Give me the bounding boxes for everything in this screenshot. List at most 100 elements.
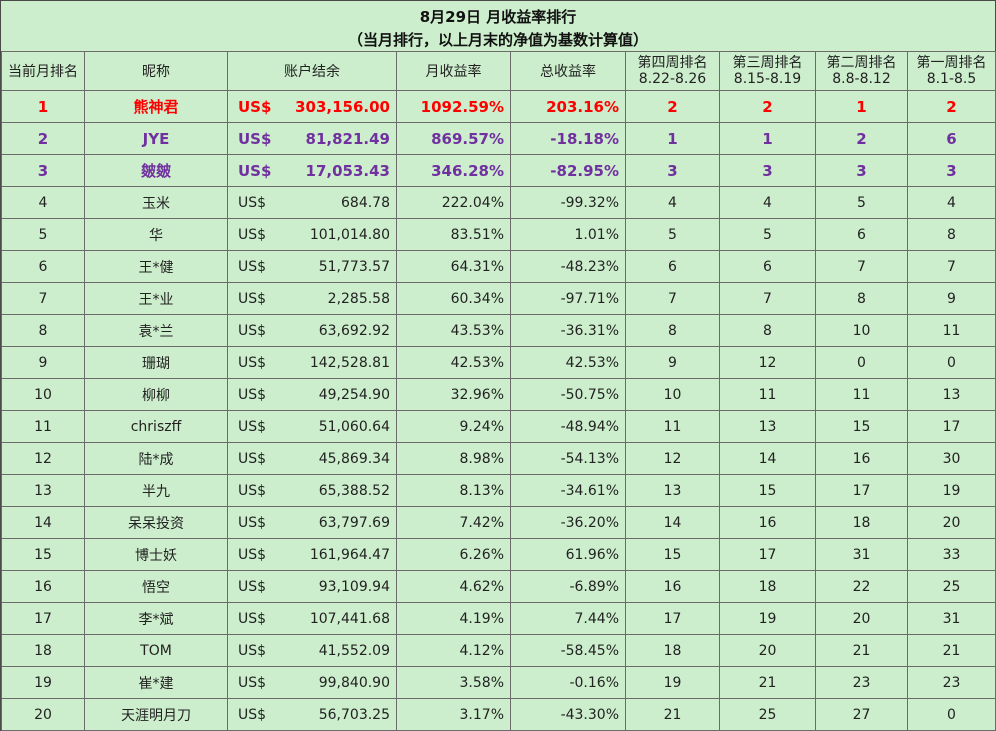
cell-balance[interactable]: US$ 51,773.57: [227, 250, 397, 283]
cell-total-return[interactable]: 61.96%: [510, 538, 626, 571]
cell-week1-rank[interactable]: 7: [907, 250, 996, 283]
cell-week3-rank[interactable]: 5: [719, 218, 816, 251]
cell-week1-rank[interactable]: 17: [907, 410, 996, 443]
cell-balance[interactable]: US$ 684.78: [227, 186, 397, 219]
cell-rank[interactable]: 4: [1, 186, 85, 219]
cell-rank[interactable]: 5: [1, 218, 85, 251]
cell-balance[interactable]: US$ 161,964.47: [227, 538, 397, 571]
cell-nickname[interactable]: JYE: [84, 122, 228, 155]
cell-nickname[interactable]: 王*业: [84, 282, 228, 315]
cell-monthly-return[interactable]: 7.42%: [396, 506, 511, 539]
header-week1[interactable]: 第一周排名 8.1-8.5: [907, 51, 996, 91]
cell-week3-rank[interactable]: 20: [719, 634, 816, 667]
cell-total-return[interactable]: -36.20%: [510, 506, 626, 539]
cell-nickname[interactable]: 崔*建: [84, 666, 228, 699]
cell-week3-rank[interactable]: 19: [719, 602, 816, 635]
cell-week2-rank[interactable]: 18: [815, 506, 908, 539]
cell-balance[interactable]: US$ 17,053.43: [227, 154, 397, 187]
cell-week4-rank[interactable]: 5: [625, 218, 720, 251]
cell-total-return[interactable]: -99.32%: [510, 186, 626, 219]
cell-total-return[interactable]: -97.71%: [510, 282, 626, 315]
cell-nickname[interactable]: 天涯明月刀: [84, 698, 228, 731]
cell-total-return[interactable]: -6.89%: [510, 570, 626, 603]
cell-monthly-return[interactable]: 6.26%: [396, 538, 511, 571]
cell-week4-rank[interactable]: 17: [625, 602, 720, 635]
header-total-return[interactable]: 总收益率: [510, 51, 626, 91]
cell-nickname[interactable]: 陆*成: [84, 442, 228, 475]
cell-week2-rank[interactable]: 23: [815, 666, 908, 699]
cell-nickname[interactable]: 玉米: [84, 186, 228, 219]
cell-monthly-return[interactable]: 60.34%: [396, 282, 511, 315]
cell-monthly-return[interactable]: 32.96%: [396, 378, 511, 411]
cell-week1-rank[interactable]: 13: [907, 378, 996, 411]
cell-monthly-return[interactable]: 1092.59%: [396, 90, 511, 123]
cell-week2-rank[interactable]: 16: [815, 442, 908, 475]
cell-week1-rank[interactable]: 21: [907, 634, 996, 667]
cell-week3-rank[interactable]: 25: [719, 698, 816, 731]
cell-week2-rank[interactable]: 11: [815, 378, 908, 411]
cell-rank[interactable]: 3: [1, 154, 85, 187]
cell-total-return[interactable]: -34.61%: [510, 474, 626, 507]
cell-balance[interactable]: US$ 2,285.58: [227, 282, 397, 315]
cell-nickname[interactable]: 半九: [84, 474, 228, 507]
cell-week1-rank[interactable]: 0: [907, 346, 996, 379]
cell-week3-rank[interactable]: 21: [719, 666, 816, 699]
cell-week1-rank[interactable]: 6: [907, 122, 996, 155]
cell-week3-rank[interactable]: 13: [719, 410, 816, 443]
cell-week1-rank[interactable]: 4: [907, 186, 996, 219]
cell-week2-rank[interactable]: 20: [815, 602, 908, 635]
cell-balance[interactable]: US$ 101,014.80: [227, 218, 397, 251]
header-week4[interactable]: 第四周排名 8.22-8.26: [625, 51, 720, 91]
cell-rank[interactable]: 8: [1, 314, 85, 347]
cell-total-return[interactable]: -54.13%: [510, 442, 626, 475]
cell-nickname[interactable]: 皴皴: [84, 154, 228, 187]
cell-week4-rank[interactable]: 2: [625, 90, 720, 123]
cell-balance[interactable]: US$ 65,388.52: [227, 474, 397, 507]
cell-week4-rank[interactable]: 6: [625, 250, 720, 283]
cell-rank[interactable]: 16: [1, 570, 85, 603]
cell-nickname[interactable]: 李*斌: [84, 602, 228, 635]
cell-rank[interactable]: 13: [1, 474, 85, 507]
cell-week3-rank[interactable]: 6: [719, 250, 816, 283]
cell-week1-rank[interactable]: 0: [907, 698, 996, 731]
cell-week1-rank[interactable]: 11: [907, 314, 996, 347]
cell-week1-rank[interactable]: 2: [907, 90, 996, 123]
cell-total-return[interactable]: -48.23%: [510, 250, 626, 283]
cell-rank[interactable]: 7: [1, 282, 85, 315]
cell-nickname[interactable]: 熊神君: [84, 90, 228, 123]
cell-total-return[interactable]: -82.95%: [510, 154, 626, 187]
cell-balance[interactable]: US$ 41,552.09: [227, 634, 397, 667]
cell-total-return[interactable]: 42.53%: [510, 346, 626, 379]
cell-rank[interactable]: 10: [1, 378, 85, 411]
cell-week3-rank[interactable]: 8: [719, 314, 816, 347]
cell-monthly-return[interactable]: 42.53%: [396, 346, 511, 379]
cell-rank[interactable]: 1: [1, 90, 85, 123]
cell-rank[interactable]: 17: [1, 602, 85, 635]
cell-week2-rank[interactable]: 15: [815, 410, 908, 443]
cell-week3-rank[interactable]: 17: [719, 538, 816, 571]
cell-week3-rank[interactable]: 7: [719, 282, 816, 315]
cell-week4-rank[interactable]: 15: [625, 538, 720, 571]
cell-week4-rank[interactable]: 9: [625, 346, 720, 379]
cell-rank[interactable]: 20: [1, 698, 85, 731]
cell-nickname[interactable]: 珊瑚: [84, 346, 228, 379]
cell-monthly-return[interactable]: 8.98%: [396, 442, 511, 475]
cell-week4-rank[interactable]: 14: [625, 506, 720, 539]
cell-rank[interactable]: 15: [1, 538, 85, 571]
cell-total-return[interactable]: -48.94%: [510, 410, 626, 443]
cell-balance[interactable]: US$ 142,528.81: [227, 346, 397, 379]
cell-monthly-return[interactable]: 222.04%: [396, 186, 511, 219]
cell-week4-rank[interactable]: 12: [625, 442, 720, 475]
cell-total-return[interactable]: -43.30%: [510, 698, 626, 731]
cell-week1-rank[interactable]: 19: [907, 474, 996, 507]
cell-week2-rank[interactable]: 0: [815, 346, 908, 379]
cell-week1-rank[interactable]: 31: [907, 602, 996, 635]
cell-balance[interactable]: US$ 56,703.25: [227, 698, 397, 731]
header-rank[interactable]: 当前月排名: [1, 51, 85, 91]
cell-week3-rank[interactable]: 1: [719, 122, 816, 155]
cell-week3-rank[interactable]: 2: [719, 90, 816, 123]
cell-week2-rank[interactable]: 31: [815, 538, 908, 571]
cell-week3-rank[interactable]: 15: [719, 474, 816, 507]
cell-week3-rank[interactable]: 11: [719, 378, 816, 411]
cell-week2-rank[interactable]: 2: [815, 122, 908, 155]
